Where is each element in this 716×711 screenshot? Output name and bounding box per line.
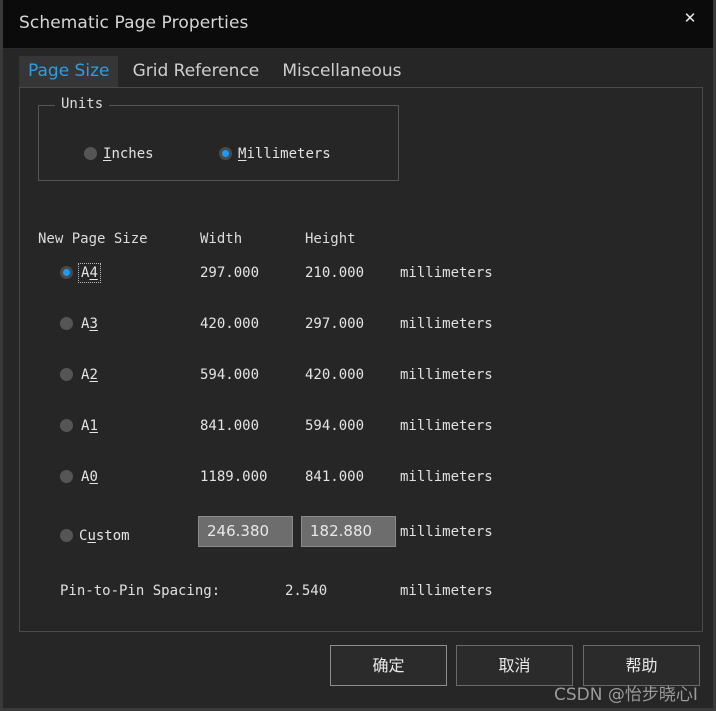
custom-size-row: Custom 246.380 182.880 millimeters (20, 516, 702, 550)
cell-height: 594.000 (305, 418, 364, 434)
radio-units-inches[interactable]: Inches (84, 143, 154, 162)
cell-height: 420.000 (305, 367, 364, 383)
cell-height: 841.000 (305, 469, 364, 485)
table-row: A0 1189.000 841.000 millimeters (20, 465, 702, 491)
pin-spacing-label: Pin-to-Pin Spacing: (60, 583, 220, 599)
radio-label-a3: A3 (79, 315, 100, 333)
radio-dot-a1 (60, 419, 73, 432)
column-header-width: Width (200, 231, 242, 247)
radio-size-a3[interactable]: A3 (60, 316, 100, 332)
cell-width: 297.000 (200, 265, 259, 281)
radio-size-a4[interactable]: A4 (60, 265, 100, 281)
close-icon[interactable]: ✕ (675, 4, 705, 32)
cell-height: 210.000 (305, 265, 364, 281)
radio-dot-millimeters (219, 147, 232, 160)
cell-units: millimeters (400, 316, 493, 332)
custom-height-input[interactable]: 182.880 (301, 516, 396, 547)
tab-grid-reference[interactable]: Grid Reference (124, 56, 269, 87)
tab-miscellaneous[interactable]: Miscellaneous (273, 56, 410, 87)
page-size-panel: Units Inches Millimeters New Page Size W… (19, 87, 703, 632)
column-header-page-size: New Page Size (38, 231, 148, 247)
tab-page-size[interactable]: Page Size (19, 56, 118, 87)
cell-units: millimeters (400, 367, 493, 383)
dialog-footer: 确定 取消 帮助 CSDN @怡步晓心I (3, 645, 713, 711)
pin-to-pin-spacing-row: Pin-to-Pin Spacing: 2.540 millimeters (20, 583, 702, 605)
window-title: Schematic Page Properties (19, 13, 248, 33)
radio-size-a1[interactable]: A1 (60, 418, 100, 434)
cell-width: 841.000 (200, 418, 259, 434)
tab-strip: Page Size Grid Reference Miscellaneous (19, 56, 705, 87)
table-row: A3 420.000 297.000 millimeters (20, 312, 702, 338)
units-group: Units Inches Millimeters (38, 105, 399, 181)
cell-units: millimeters (400, 418, 493, 434)
radio-dot-inches (84, 147, 97, 160)
help-button[interactable]: 帮助 (583, 645, 700, 686)
cell-width: 420.000 (200, 316, 259, 332)
radio-dot-a0 (60, 470, 73, 483)
radio-label-a2: A2 (79, 366, 100, 384)
table-row: A1 841.000 594.000 millimeters (20, 414, 702, 440)
radio-dot-custom (60, 529, 73, 542)
radio-units-millimeters[interactable]: Millimeters (219, 143, 331, 162)
cell-units: millimeters (400, 265, 493, 281)
radio-size-a0[interactable]: A0 (60, 469, 100, 485)
title-bar: Schematic Page Properties ✕ (3, 0, 713, 49)
radio-dot-a2 (60, 368, 73, 381)
radio-dot-a3 (60, 317, 73, 330)
radio-dot-a4 (60, 266, 73, 279)
schematic-page-properties-dialog: Schematic Page Properties ✕ Page Size Gr… (0, 0, 716, 711)
ok-button[interactable]: 确定 (330, 645, 447, 686)
pin-spacing-value: 2.540 (285, 583, 327, 599)
column-header-height: Height (305, 231, 356, 247)
radio-label-millimeters: Millimeters (238, 146, 331, 162)
radio-size-custom[interactable]: Custom (60, 525, 130, 544)
custom-width-input[interactable]: 246.380 (198, 516, 293, 547)
radio-size-a2[interactable]: A2 (60, 367, 100, 383)
radio-label-a1: A1 (79, 417, 100, 435)
units-group-legend: Units (55, 96, 109, 112)
cell-width: 594.000 (200, 367, 259, 383)
radio-label-inches: Inches (103, 146, 154, 162)
radio-label-a4: A4 (79, 264, 100, 282)
cancel-button[interactable]: 取消 (456, 645, 573, 686)
radio-label-a0: A0 (79, 468, 100, 486)
cell-width: 1189.000 (200, 469, 267, 485)
custom-units-label: millimeters (400, 524, 493, 540)
table-row: A2 594.000 420.000 millimeters (20, 363, 702, 389)
radio-label-custom: Custom (79, 528, 130, 544)
cell-units: millimeters (400, 469, 493, 485)
pin-spacing-units: millimeters (400, 583, 493, 599)
table-row: A4 297.000 210.000 millimeters (20, 261, 702, 287)
cell-height: 297.000 (305, 316, 364, 332)
